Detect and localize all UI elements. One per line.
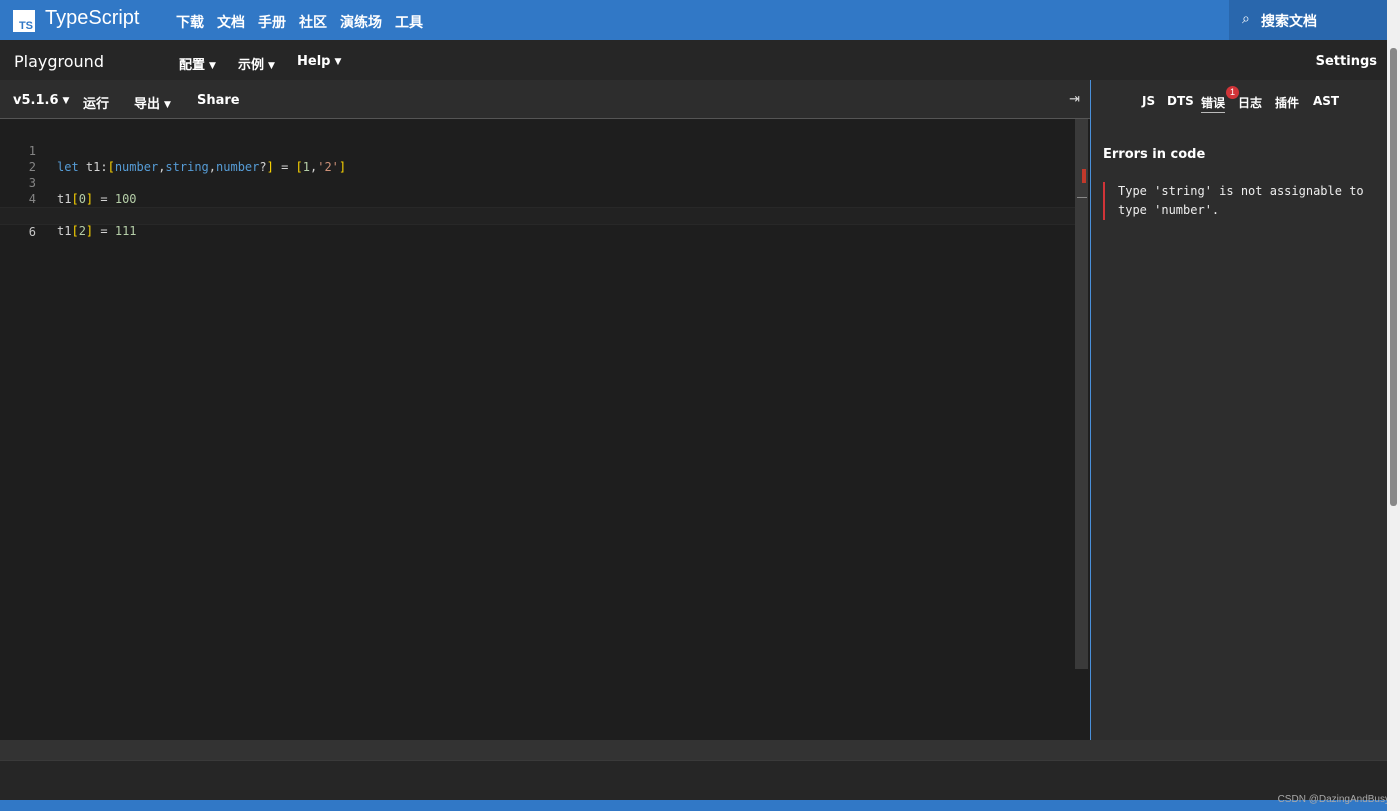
examples-menu-label: 示例: [238, 58, 265, 73]
code-line: 1 let t1:[number,string,number?] = [1,'2…: [0, 127, 1075, 174]
watermark-text: CSDN @DazingAndBusy: [1277, 794, 1390, 805]
code-line: 5 t1[2] = 111: [0, 191, 1075, 238]
search-label: 搜索文档: [1261, 14, 1317, 30]
caret-down-icon: ▼: [334, 57, 342, 67]
page-title: Playground: [14, 52, 104, 71]
version-label: v5.1.6: [13, 93, 59, 108]
brand-name[interactable]: TypeScript: [45, 7, 139, 30]
export-label: 导出: [134, 97, 161, 112]
version-dropdown[interactable]: v5.1.6 ▼: [13, 93, 69, 108]
error-count-badge: 1: [1226, 86, 1239, 99]
cursor-marker: [1077, 197, 1087, 198]
caret-down-icon: ▼: [209, 61, 216, 71]
nav-link-playground[interactable]: 演练场: [340, 12, 382, 32]
collapse-panel-icon[interactable]: ⇥: [1069, 92, 1080, 107]
nav-link-handbook[interactable]: 手册: [258, 12, 286, 32]
code-line: 4 t1[0] = '123': [0, 175, 1075, 222]
tab-ast[interactable]: AST: [1313, 94, 1339, 108]
nav-links: 下载 文档 手册 社区 演练场 工具: [176, 12, 436, 32]
scrollbar-thumb[interactable]: [1390, 48, 1397, 506]
editor-toolbar: v5.1.6 ▼ 运行 导出 ▼ Share ⇥: [0, 80, 1090, 119]
code-line: 3 t1[0] = 100: [0, 159, 1075, 206]
settings-link[interactable]: Settings: [1316, 54, 1377, 69]
logo-text: TS: [18, 20, 33, 32]
code-text-line-5: t1[2] = 111: [57, 224, 137, 238]
caret-down-icon: ▼: [268, 61, 275, 71]
errors-heading: Errors in code: [1103, 147, 1206, 162]
tab-js[interactable]: JS: [1142, 94, 1155, 108]
playground-navbar: Playground 配置 ▼ 示例 ▼ Help ▼ Settings: [0, 40, 1387, 80]
search-docs-button[interactable]: ⌕ 搜索文档: [1229, 0, 1387, 40]
share-button[interactable]: Share: [197, 93, 240, 108]
examples-menu[interactable]: 示例 ▼: [238, 54, 275, 73]
run-button[interactable]: 运行: [83, 93, 109, 112]
code-editor[interactable]: 1 let t1:[number,string,number?] = [1,'2…: [0, 119, 1090, 740]
nav-link-download[interactable]: 下载: [176, 12, 204, 32]
tab-errors[interactable]: 错误: [1201, 94, 1226, 113]
current-code-line: 6: [0, 207, 1075, 239]
top-navbar: TS TypeScript 下载 文档 手册 社区 演练场 工具 ⌕ 搜索文档: [0, 0, 1400, 40]
config-menu-label: 配置: [179, 58, 206, 73]
caret-down-icon: ▼: [164, 100, 171, 110]
search-icon: ⌕: [1242, 11, 1250, 27]
footer-strip: [0, 800, 1400, 811]
help-menu[interactable]: Help ▼: [297, 54, 341, 69]
nav-link-community[interactable]: 社区: [299, 12, 327, 32]
status-bar: [0, 740, 1387, 760]
tab-dts[interactable]: DTS: [1167, 94, 1194, 108]
caret-down-icon: ▼: [62, 96, 70, 106]
nav-link-docs[interactable]: 文档: [217, 12, 245, 32]
typescript-logo-icon[interactable]: TS: [13, 10, 35, 32]
code-line: 2: [0, 143, 1075, 174]
tab-plugins[interactable]: 插件: [1275, 94, 1299, 111]
config-menu[interactable]: 配置 ▼: [179, 54, 216, 73]
error-marker: [1082, 169, 1086, 183]
footer-area: [0, 760, 1387, 801]
error-message[interactable]: Type 'string' is not assignable to type …: [1103, 182, 1388, 220]
page-scrollbar[interactable]: [1387, 0, 1400, 811]
editor-scrollbar[interactable]: [1075, 119, 1088, 669]
nav-link-tools[interactable]: 工具: [395, 12, 423, 32]
help-menu-label: Help: [297, 54, 331, 69]
export-dropdown[interactable]: 导出 ▼: [134, 93, 171, 112]
line-number: 6: [28, 225, 36, 239]
sidebar-panel: JS DTS 错误 日志 插件 AST Errors in code Type …: [1090, 80, 1388, 740]
tab-logs[interactable]: 日志: [1238, 94, 1262, 111]
